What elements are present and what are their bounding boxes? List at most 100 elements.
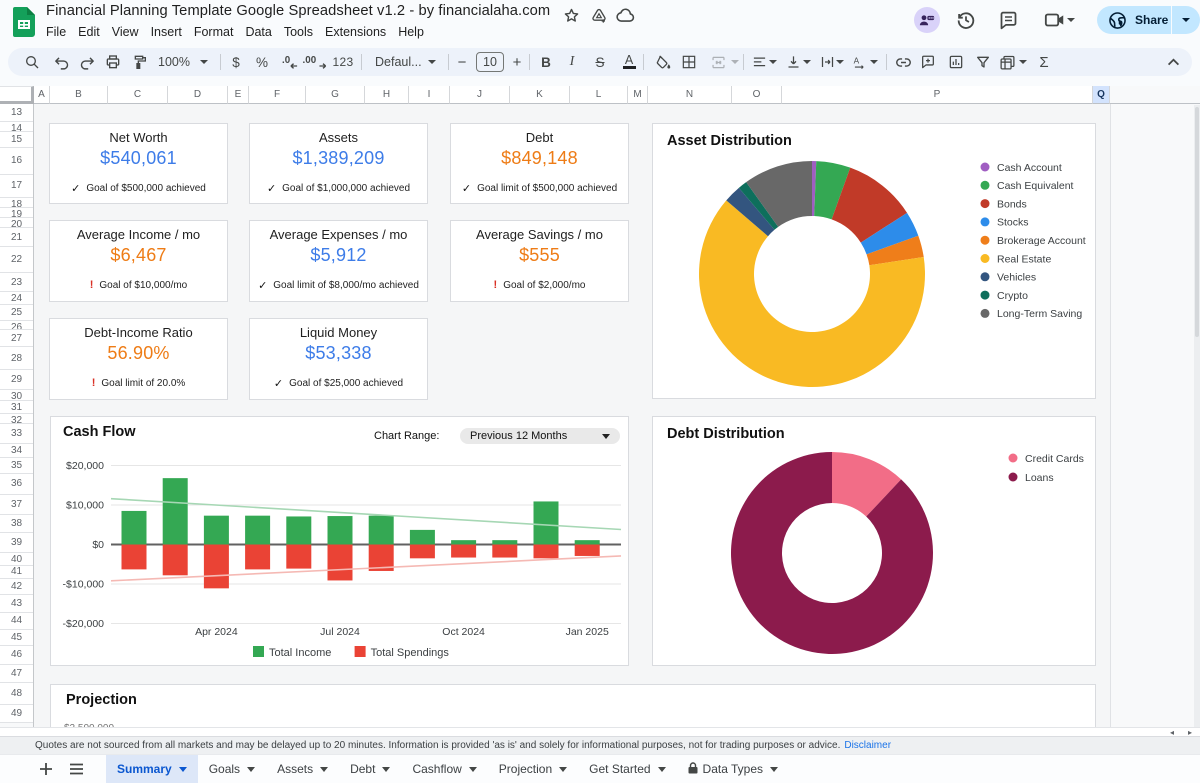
sheet-tab-caret-icon[interactable] [469, 767, 477, 772]
row-header-24[interactable]: 24 [0, 292, 33, 305]
bar-total-spendings[interactable] [410, 545, 435, 559]
horizontal-scrollbar[interactable]: ◂ ▸ [0, 727, 1200, 736]
column-header-L[interactable]: L [570, 86, 628, 104]
undo-icon[interactable] [48, 50, 74, 74]
text-wrap-caret-icon[interactable] [836, 60, 844, 64]
font-select[interactable]: Defaul... [375, 50, 422, 74]
fill-color-icon[interactable] [650, 50, 676, 74]
create-filter-icon[interactable] [970, 50, 996, 74]
row-header-26[interactable]: 26 [0, 321, 33, 331]
merge-cells-icon[interactable] [705, 50, 731, 74]
font-size-input[interactable]: 10 [476, 52, 504, 72]
format-percent-button[interactable]: % [249, 50, 275, 74]
bar-total-income[interactable] [369, 516, 394, 545]
row-header-22[interactable]: 22 [0, 247, 33, 273]
bar-total-income[interactable] [410, 530, 435, 545]
table-views-caret-icon[interactable] [1019, 60, 1027, 64]
bar-total-income[interactable] [204, 516, 229, 545]
row-header-13[interactable]: 13 [0, 104, 33, 122]
font-caret-icon[interactable] [428, 60, 436, 64]
row-header-37[interactable]: 37 [0, 495, 33, 516]
sheet-tab-projection[interactable]: Projection [488, 755, 578, 783]
vertical-align-caret-icon[interactable] [803, 60, 811, 64]
row-header-32[interactable]: 32 [0, 414, 33, 424]
column-header-E[interactable]: E [228, 86, 249, 104]
sheet-tab-caret-icon[interactable] [658, 767, 666, 772]
sheet-tab-goals[interactable]: Goals [198, 755, 266, 783]
column-header-A[interactable]: A [34, 86, 50, 104]
row-header-34[interactable]: 34 [0, 444, 33, 458]
sheet-tab-data-types[interactable]: Data Types [677, 755, 789, 783]
column-header-C[interactable]: C [108, 86, 168, 104]
bar-total-spendings[interactable] [286, 545, 311, 569]
bold-button[interactable]: B [533, 50, 559, 74]
disclaimer-link[interactable]: Disclaimer [844, 740, 891, 751]
row-header-23[interactable]: 23 [0, 273, 33, 292]
bar-total-income[interactable] [328, 516, 353, 544]
redo-icon[interactable] [74, 50, 100, 74]
bar-total-spendings[interactable] [204, 545, 229, 589]
row-header-41[interactable]: 41 [0, 566, 33, 579]
sheet-tab-caret-icon[interactable] [320, 767, 328, 772]
bar-total-income[interactable] [163, 478, 188, 544]
row-header-17[interactable]: 17 [0, 175, 33, 198]
debt-distribution-chart[interactable]: Debt Distribution Credit CardsLoans [652, 416, 1096, 666]
print-icon[interactable] [100, 50, 126, 74]
sheet-tab-get-started[interactable]: Get Started [578, 755, 676, 783]
insert-comment-icon[interactable] [915, 50, 941, 74]
bar-total-income[interactable] [245, 516, 270, 545]
donut-slice-loans[interactable] [731, 452, 933, 654]
bar-total-income[interactable] [451, 540, 476, 544]
column-header-B[interactable]: B [50, 86, 108, 104]
row-header-48[interactable]: 48 [0, 683, 33, 705]
column-header-F[interactable]: F [249, 86, 306, 104]
column-header-H[interactable]: H [365, 86, 409, 104]
column-header-N[interactable]: N [648, 86, 732, 104]
row-header-39[interactable]: 39 [0, 533, 33, 553]
zoom-select[interactable]: 100% [158, 50, 190, 74]
column-header-I[interactable]: I [409, 86, 450, 104]
column-header-J[interactable]: J [450, 86, 510, 104]
bar-total-spendings[interactable] [451, 545, 476, 558]
table-views-icon[interactable] [994, 50, 1020, 74]
sheet-tab-caret-icon[interactable] [382, 767, 390, 772]
row-header-49[interactable]: 49 [0, 705, 33, 723]
meet-dropdown-caret-icon[interactable] [1067, 18, 1075, 22]
row-header-35[interactable]: 35 [0, 458, 33, 475]
row-header-29[interactable]: 29 [0, 370, 33, 390]
column-header-O[interactable]: O [732, 86, 782, 104]
row-header-33[interactable]: 33 [0, 424, 33, 444]
row-header-46[interactable]: 46 [0, 646, 33, 664]
row-header-18[interactable]: 18 [0, 198, 33, 208]
row-header-36[interactable]: 36 [0, 474, 33, 495]
asset-distribution-chart[interactable]: Asset Distribution Cash AccountCash Equi… [652, 123, 1096, 399]
more-formats-button[interactable]: 123 [330, 50, 356, 74]
sheet-tab-caret-icon[interactable] [559, 767, 567, 772]
increase-font-size-button[interactable]: + [504, 50, 530, 74]
sheet-tab-debt[interactable]: Debt [339, 755, 401, 783]
row-header-38[interactable]: 38 [0, 515, 33, 533]
bar-total-spendings[interactable] [492, 545, 517, 558]
all-sheets-icon[interactable] [68, 755, 84, 783]
row-header-21[interactable]: 21 [0, 228, 33, 247]
merge-caret-icon[interactable] [731, 60, 739, 64]
borders-icon[interactable] [676, 50, 702, 74]
bar-total-income[interactable] [534, 501, 559, 544]
cash-flow-chart[interactable]: Cash Flow Chart Range: Previous 12 Month… [50, 416, 629, 666]
italic-button[interactable]: I [559, 50, 585, 74]
chart-range-dropdown[interactable]: Previous 12 Months [460, 428, 620, 444]
bar-total-spendings[interactable] [575, 545, 600, 556]
column-header-P[interactable]: P [782, 86, 1093, 104]
sheet-canvas[interactable]: Net Worth $540,061 ✓Goal of $500,000 ach… [34, 104, 1110, 727]
paint-format-icon[interactable] [127, 50, 153, 74]
text-color-button[interactable]: A [616, 50, 642, 74]
row-header-28[interactable]: 28 [0, 347, 33, 370]
comments-icon[interactable] [997, 9, 1019, 31]
row-header-15[interactable]: 15 [0, 132, 33, 148]
sheet-tab-caret-icon[interactable] [247, 767, 255, 772]
share-dropdown[interactable] [1171, 6, 1200, 34]
decrease-font-size-button[interactable]: − [449, 50, 475, 74]
row-header-42[interactable]: 42 [0, 579, 33, 595]
bar-total-spendings[interactable] [122, 545, 147, 570]
row-header-40[interactable]: 40 [0, 553, 33, 566]
